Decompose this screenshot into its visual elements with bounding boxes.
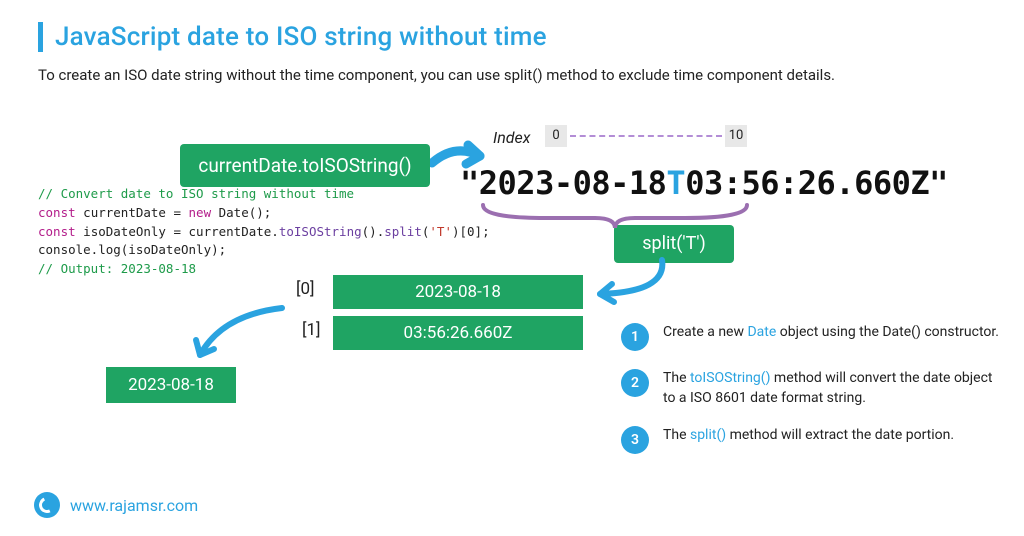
step-text-part: The (663, 370, 690, 386)
footer-url[interactable]: www.rajamsr.com (70, 496, 198, 515)
step-highlight: split() (690, 427, 726, 443)
code-text: currentDate = (76, 205, 189, 220)
page-subtitle: To create an ISO date string without the… (38, 66, 835, 84)
step-text-part: method will extract the date portion. (726, 427, 954, 443)
step-number: 3 (621, 426, 649, 454)
iso-string-display: "2023-08-18T03:56:26.660Z" (460, 164, 948, 202)
step-number: 1 (621, 323, 649, 351)
steps-list: 1 Create a new Date object using the Dat… (621, 323, 1001, 454)
array-index-0: [0] (296, 279, 315, 299)
split-result-0: 2023-08-18 (333, 275, 583, 309)
brace-date-part (475, 200, 755, 230)
step-highlight: toISOString() (690, 370, 770, 386)
step-text-part: The (663, 427, 690, 443)
split-result-1: 03:56:26.660Z (333, 316, 583, 350)
step-2: 2 The toISOString() method will convert … (621, 369, 1001, 408)
footer: www.rajamsr.com (34, 492, 198, 518)
code-keyword: new (189, 205, 212, 220)
code-keyword: const (38, 224, 76, 239)
step-text: The toISOString() method will convert th… (663, 369, 1001, 408)
step-highlight: Date (747, 324, 776, 340)
step-3: 3 The split() method will extract the da… (621, 426, 1001, 454)
code-line-comment: // Convert date to ISO string without ti… (38, 186, 354, 201)
code-string: 'T' (429, 224, 452, 239)
index-dashes (570, 135, 722, 137)
code-snippet: // Convert date to ISO string without ti… (38, 185, 490, 279)
array-index-1: [1] (302, 320, 321, 340)
arrow-index0-to-result (182, 300, 292, 375)
arrow-split-to-array (582, 252, 672, 307)
code-line-comment: // Output: 2023-08-18 (38, 261, 196, 276)
code-text: (). (362, 224, 385, 239)
code-method: split (384, 224, 422, 239)
code-keyword: const (38, 205, 76, 220)
iso-t-separator: T (666, 164, 685, 202)
iso-time-part: 03:56:26.660Z" (685, 164, 948, 202)
step-1: 1 Create a new Date object using the Dat… (621, 323, 1001, 351)
index-tick-0: 0 (545, 125, 567, 147)
step-number: 2 (621, 369, 649, 397)
page-title: JavaScript date to ISO string without ti… (55, 22, 547, 52)
code-method: toISOString (279, 224, 362, 239)
logo-icon (34, 492, 60, 518)
title-bar: JavaScript date to ISO string without ti… (38, 22, 547, 52)
step-text-part: object using the Date() constructor. (776, 324, 999, 340)
step-text: The split() method will extract the date… (663, 426, 954, 446)
code-text: Date(); (211, 205, 271, 220)
step-text-part: Create a new (663, 324, 747, 340)
index-tick-10: 10 (725, 125, 747, 147)
code-text: console.log(isoDateOnly); (38, 242, 226, 257)
step-text: Create a new Date object using the Date(… (663, 323, 999, 343)
code-text: isoDateOnly = currentDate. (76, 224, 279, 239)
label-toisostring: currentDate.toISOString() (180, 144, 430, 187)
arrow-toiso-to-string (430, 138, 500, 193)
